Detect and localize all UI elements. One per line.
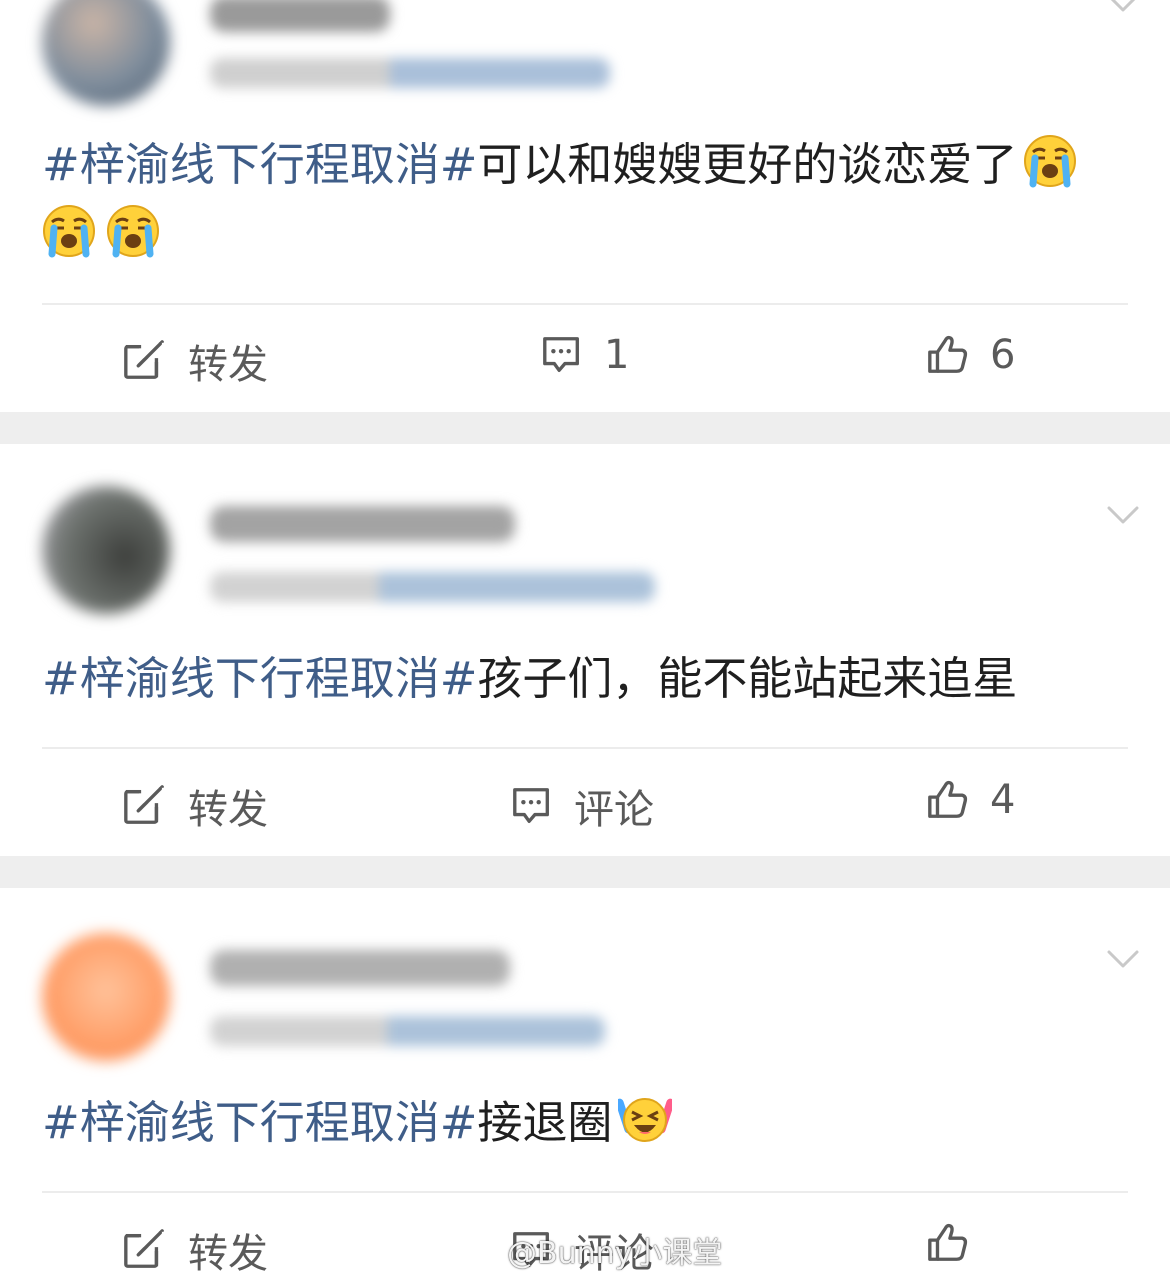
username-redacted[interactable] bbox=[210, 0, 390, 32]
avatar[interactable] bbox=[42, 486, 170, 614]
thumbs-up-icon bbox=[928, 335, 968, 373]
comment-icon bbox=[513, 788, 549, 823]
repost-button[interactable]: 转发 bbox=[122, 777, 268, 835]
post-text: 接退圈 bbox=[477, 1096, 613, 1149]
crying-face-icon bbox=[106, 204, 160, 258]
divider bbox=[42, 1191, 1128, 1193]
excited-face-icon bbox=[618, 1096, 673, 1143]
repost-icon bbox=[124, 340, 166, 379]
repost-button[interactable]: 转发 bbox=[122, 1221, 268, 1279]
avatar[interactable] bbox=[42, 933, 170, 1061]
post-content: #梓渝线下行程取消#孩子们，能不能站起来追星 bbox=[42, 644, 1130, 714]
like-count: 4 bbox=[990, 777, 1016, 823]
comment-icon bbox=[543, 337, 579, 372]
thumbs-up-icon bbox=[928, 780, 968, 818]
watermark: @Bunny小课堂 bbox=[455, 1228, 722, 1272]
weibo-logo-icon bbox=[456, 1230, 503, 1269]
repost-icon bbox=[124, 785, 166, 824]
crying-face-icon bbox=[42, 204, 96, 258]
like-count: 6 bbox=[990, 332, 1016, 378]
topic-link[interactable]: #梓渝线下行程取消# bbox=[42, 138, 477, 191]
topic-link[interactable]: #梓渝线下行程取消# bbox=[42, 652, 477, 705]
post-content: #梓渝线下行程取消#接退圈 bbox=[42, 1088, 1130, 1158]
post-card: #梓渝线下行程取消#可以和嫂嫂更好的谈恋爱了 转发 1 6 bbox=[0, 0, 1170, 412]
like-button[interactable] bbox=[926, 1221, 990, 1265]
post-text: 孩子们，能不能站起来追星 bbox=[477, 652, 1018, 705]
watermark-text: @Bunny小课堂 bbox=[507, 1236, 723, 1271]
username-redacted[interactable] bbox=[210, 950, 510, 986]
repost-label: 转发 bbox=[188, 1231, 268, 1277]
repost-button[interactable]: 转发 bbox=[122, 332, 268, 390]
crying-face-icon bbox=[1023, 134, 1077, 188]
chevron-down-icon[interactable] bbox=[1106, 498, 1140, 532]
username-redacted[interactable] bbox=[210, 506, 515, 542]
thumbs-up-icon bbox=[928, 1223, 968, 1261]
like-button[interactable]: 6 bbox=[926, 332, 1015, 378]
post-text: 可以和嫂嫂更好的谈恋爱了 bbox=[477, 138, 1018, 191]
avatar[interactable] bbox=[42, 0, 170, 106]
comment-label: 评论 bbox=[574, 787, 654, 833]
post-meta-redacted bbox=[210, 1016, 605, 1046]
divider bbox=[42, 747, 1128, 749]
post-content: #梓渝线下行程取消#可以和嫂嫂更好的谈恋爱了 bbox=[42, 130, 1130, 270]
post-meta-redacted bbox=[210, 572, 655, 602]
like-button[interactable]: 4 bbox=[926, 777, 1015, 823]
post-card: #梓渝线下行程取消#接退圈 转发 评论 bbox=[0, 888, 1170, 1283]
topic-link[interactable]: #梓渝线下行程取消# bbox=[42, 1096, 477, 1149]
comment-button[interactable]: 1 bbox=[540, 332, 629, 378]
comment-count: 1 bbox=[604, 332, 630, 378]
divider bbox=[42, 303, 1128, 305]
repost-icon bbox=[124, 1229, 166, 1268]
post-card: #梓渝线下行程取消#孩子们，能不能站起来追星 转发 评论 4 bbox=[0, 444, 1170, 856]
post-meta-redacted bbox=[210, 58, 610, 88]
chevron-down-icon[interactable] bbox=[1106, 942, 1140, 976]
chevron-down-icon[interactable] bbox=[1106, 0, 1140, 20]
comment-button[interactable]: 评论 bbox=[510, 777, 654, 835]
repost-label: 转发 bbox=[188, 787, 268, 833]
repost-label: 转发 bbox=[188, 342, 268, 388]
